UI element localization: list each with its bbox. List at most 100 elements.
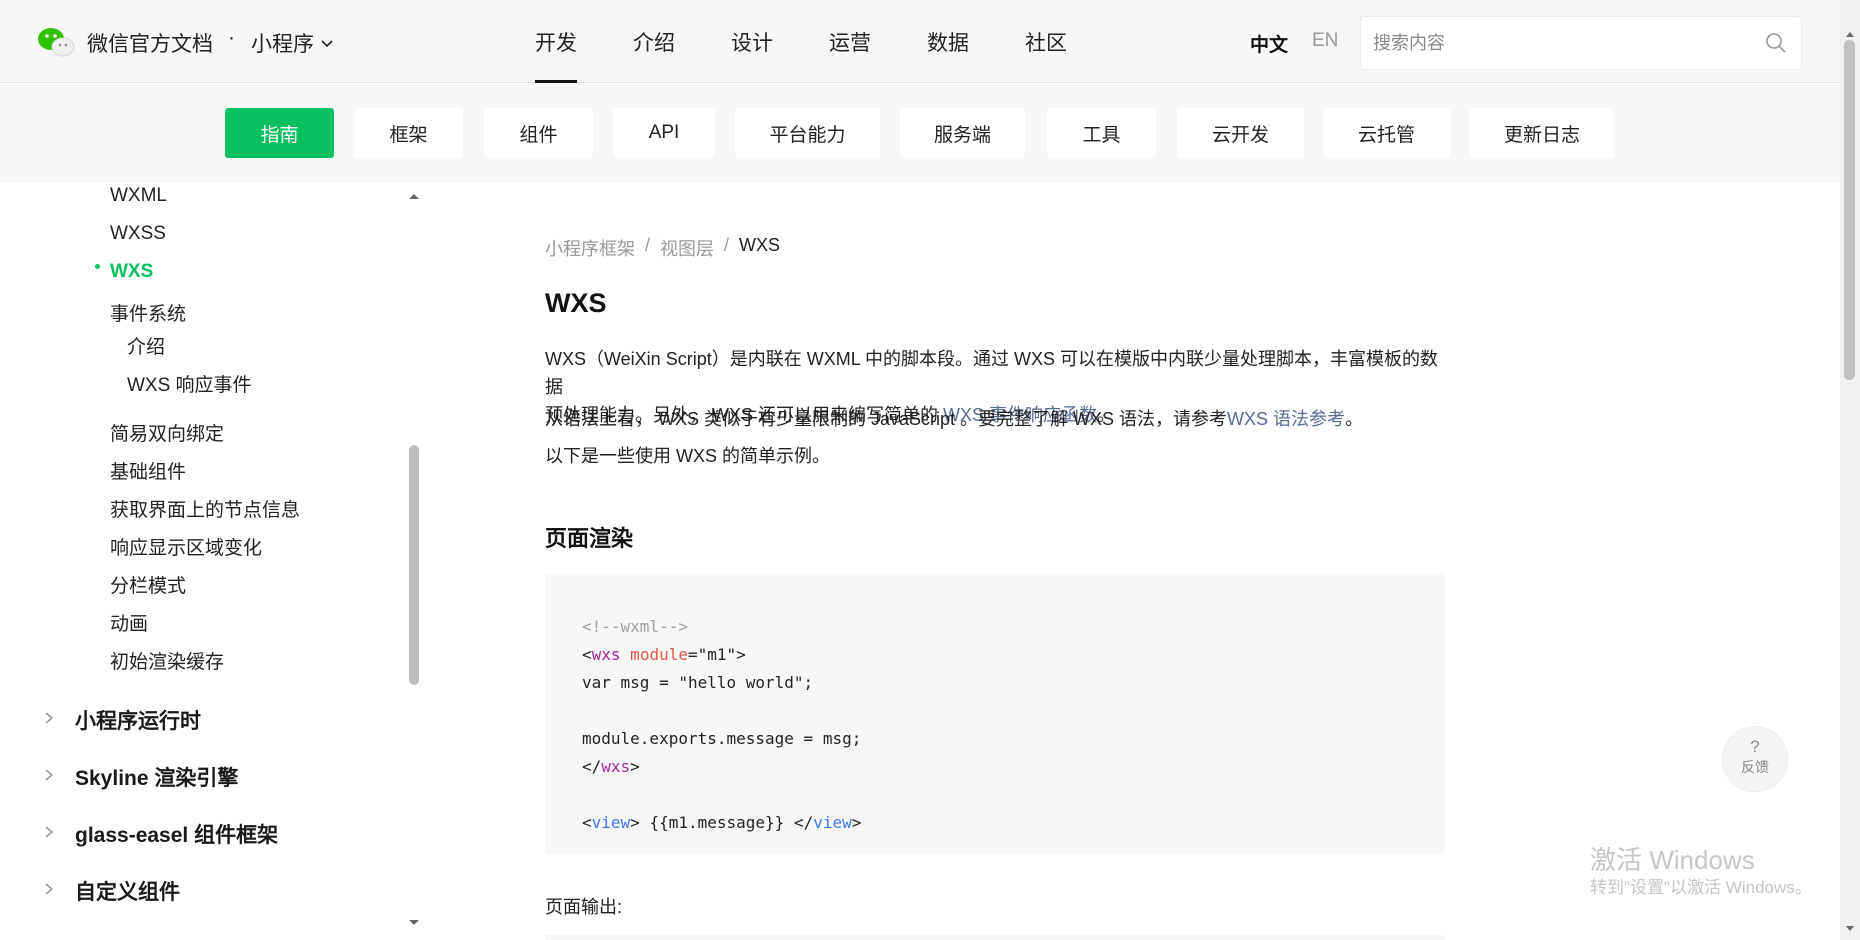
page-title: WXS bbox=[545, 288, 607, 318]
code-token: > bbox=[630, 757, 640, 776]
code-tag: view bbox=[591, 813, 631, 832]
category-framework[interactable]: 框架 bbox=[354, 108, 463, 158]
sidebar-section-custom-components[interactable]: 自定义组件 bbox=[75, 876, 180, 906]
output-code-block bbox=[545, 935, 1445, 940]
nav-item-intro[interactable]: 介绍 bbox=[633, 0, 675, 83]
breadcrumb-separator: / bbox=[645, 235, 651, 255]
category-components[interactable]: 组件 bbox=[484, 108, 593, 158]
code-attr: module bbox=[620, 645, 688, 664]
syntax-paragraph: 从语法上看， WXS 类似于有少量限制的 JavaScript 。要完整了解 W… bbox=[545, 405, 1445, 433]
feedback-label: 反馈 bbox=[1741, 759, 1769, 775]
output-label: 页面输出: bbox=[545, 897, 623, 917]
code-line-comment: <!--wxml--> bbox=[582, 617, 688, 636]
code-block: <!--wxml--> <wxs module="m1"> var msg = … bbox=[545, 574, 1445, 854]
breadcrumb: 小程序框架 / 视图层 / WXS bbox=[545, 235, 790, 261]
sidebar-section-runtime[interactable]: 小程序运行时 bbox=[75, 705, 201, 735]
sidebar-item-wxss[interactable]: WXSS bbox=[110, 223, 166, 245]
sidebar: WXML WXSS WXS 事件系统 介绍 WXS 响应事件 简易双向绑定 基础… bbox=[0, 183, 425, 940]
category-cloud-dev[interactable]: 云开发 bbox=[1177, 108, 1304, 158]
search-box bbox=[1360, 16, 1802, 70]
chevron-right-icon[interactable] bbox=[44, 825, 54, 839]
nav-item-operate[interactable]: 运营 bbox=[829, 0, 871, 83]
wechat-logo-icon[interactable] bbox=[36, 26, 76, 58]
nav-item-design[interactable]: 设计 bbox=[731, 0, 773, 83]
activation-watermark-title: 激活 Windows bbox=[1590, 845, 1755, 875]
product-label: 小程序 bbox=[251, 33, 314, 56]
category-platform[interactable]: 平台能力 bbox=[735, 108, 880, 158]
code-token: > bbox=[851, 813, 862, 832]
code-token: < bbox=[582, 813, 592, 832]
sidebar-item-split-mode[interactable]: 分栏模式 bbox=[110, 571, 186, 598]
sidebar-item-event-intro[interactable]: 介绍 bbox=[127, 332, 165, 359]
syntax-end: 。 bbox=[1345, 409, 1364, 429]
category-tools[interactable]: 工具 bbox=[1047, 108, 1156, 158]
intro-line-1: WXS（WeiXin Script）是内联在 WXML 中的脚本段。通过 WXS… bbox=[545, 349, 1439, 397]
code-token: </ bbox=[582, 757, 602, 776]
sidebar-scroll-thumb[interactable] bbox=[409, 445, 419, 685]
code-token: > {{m1.message}} </ bbox=[630, 813, 814, 832]
section-title: 页面渲染 bbox=[545, 526, 634, 551]
chevron-right-icon[interactable] bbox=[44, 711, 54, 725]
nav-item-data[interactable]: 数据 bbox=[927, 0, 969, 83]
breadcrumb-separator: / bbox=[724, 235, 730, 255]
scroll-up-arrow-icon[interactable] bbox=[407, 191, 421, 201]
scroll-down-arrow-icon[interactable] bbox=[407, 918, 421, 928]
sidebar-item-event-system[interactable]: 事件系统 bbox=[110, 299, 186, 326]
code-tag: wxs bbox=[601, 757, 631, 776]
code-line-wxs-open: <wxs module="m1"> bbox=[582, 645, 746, 664]
brand-title[interactable]: 微信官方文档 bbox=[87, 28, 213, 58]
code-line-var: var msg = "hello world"; bbox=[582, 673, 814, 692]
code-line-view: <view> {{m1.message}} </view> bbox=[582, 813, 861, 832]
sidebar-item-node-info[interactable]: 获取界面上的节点信息 bbox=[110, 495, 300, 522]
category-cloud-hosting[interactable]: 云托管 bbox=[1323, 108, 1450, 158]
page-scroll-thumb[interactable] bbox=[1844, 40, 1855, 380]
help-icon: ? bbox=[1750, 737, 1760, 756]
scroll-up-arrow-icon[interactable] bbox=[1845, 30, 1855, 38]
top-header: 微信官方文档 · 小程序 开发 介绍 设计 运营 数据 社区 中文 EN bbox=[0, 0, 1840, 83]
search-input[interactable] bbox=[1361, 17, 1741, 69]
chevron-right-icon[interactable] bbox=[44, 768, 54, 782]
code-token: < bbox=[582, 645, 592, 664]
category-changelog[interactable]: 更新日志 bbox=[1470, 108, 1614, 158]
sidebar-item-wxs[interactable]: WXS bbox=[110, 261, 153, 283]
sidebar-section-glass-easel[interactable]: glass-easel 组件框架 bbox=[75, 819, 278, 849]
sidebar-section-skyline[interactable]: Skyline 渲染引擎 bbox=[75, 762, 238, 792]
brand-separator: · bbox=[228, 26, 235, 49]
product-switcher[interactable]: 小程序 bbox=[251, 28, 334, 58]
page: 微信官方文档 · 小程序 开发 介绍 设计 运营 数据 社区 中文 EN 搜索内… bbox=[0, 0, 1860, 940]
breadcrumb-current: WXS bbox=[739, 235, 781, 255]
sidebar-item-wxml[interactable]: WXML bbox=[110, 185, 167, 207]
scroll-down-arrow-icon[interactable] bbox=[1845, 925, 1855, 933]
code-token: ="m1"> bbox=[687, 645, 746, 664]
sidebar-item-resize[interactable]: 响应显示区域变化 bbox=[110, 533, 262, 560]
activation-watermark-hint: 转到"设置"以激活 Windows。 bbox=[1590, 878, 1812, 897]
chevron-down-icon bbox=[321, 40, 333, 48]
nav-item-community[interactable]: 社区 bbox=[1025, 0, 1067, 83]
category-api[interactable]: API bbox=[613, 108, 715, 158]
search-icon[interactable] bbox=[1765, 32, 1787, 54]
sidebar-item-animation[interactable]: 动画 bbox=[110, 609, 148, 636]
sidebar-item-basic-components[interactable]: 基础组件 bbox=[110, 457, 186, 484]
code-tag: wxs bbox=[591, 645, 621, 664]
sidebar-item-two-way-binding[interactable]: 简易双向绑定 bbox=[110, 419, 224, 446]
sidebar-item-initial-render-cache[interactable]: 初始渲染缓存 bbox=[110, 647, 224, 674]
category-bar: 指南 框架 组件 API 平台能力 服务端 工具 云开发 云托管 更新日志 bbox=[0, 84, 1840, 183]
main-nav: 开发 介绍 设计 运营 数据 社区 bbox=[535, 0, 1123, 83]
sidebar-item-wxs-response[interactable]: WXS 响应事件 bbox=[127, 370, 252, 397]
code-tag: view bbox=[813, 813, 852, 832]
nav-item-dev[interactable]: 开发 bbox=[535, 0, 577, 83]
chevron-right-icon[interactable] bbox=[44, 882, 54, 896]
feedback-button[interactable]: ? 反馈 bbox=[1722, 726, 1788, 792]
breadcrumb-view-layer[interactable]: 视图层 bbox=[660, 235, 714, 261]
category-server[interactable]: 服务端 bbox=[900, 108, 1025, 158]
lang-en-toggle[interactable]: EN bbox=[1312, 30, 1338, 52]
examples-paragraph: 以下是一些使用 WXS 的简单示例。 bbox=[545, 446, 831, 466]
code-line-wxs-close: </wxs> bbox=[582, 757, 640, 776]
code-line-exports: module.exports.message = msg; bbox=[582, 729, 862, 748]
category-guide[interactable]: 指南 bbox=[225, 108, 334, 158]
breadcrumb-framework[interactable]: 小程序框架 bbox=[545, 235, 635, 261]
syntax-text: 从语法上看， WXS 类似于有少量限制的 JavaScript 。要完整了解 W… bbox=[545, 409, 1228, 429]
wxs-syntax-link[interactable]: WXS 语法参考 bbox=[1227, 409, 1345, 429]
active-bullet bbox=[95, 264, 100, 269]
lang-zh-toggle[interactable]: 中文 bbox=[1250, 30, 1288, 57]
